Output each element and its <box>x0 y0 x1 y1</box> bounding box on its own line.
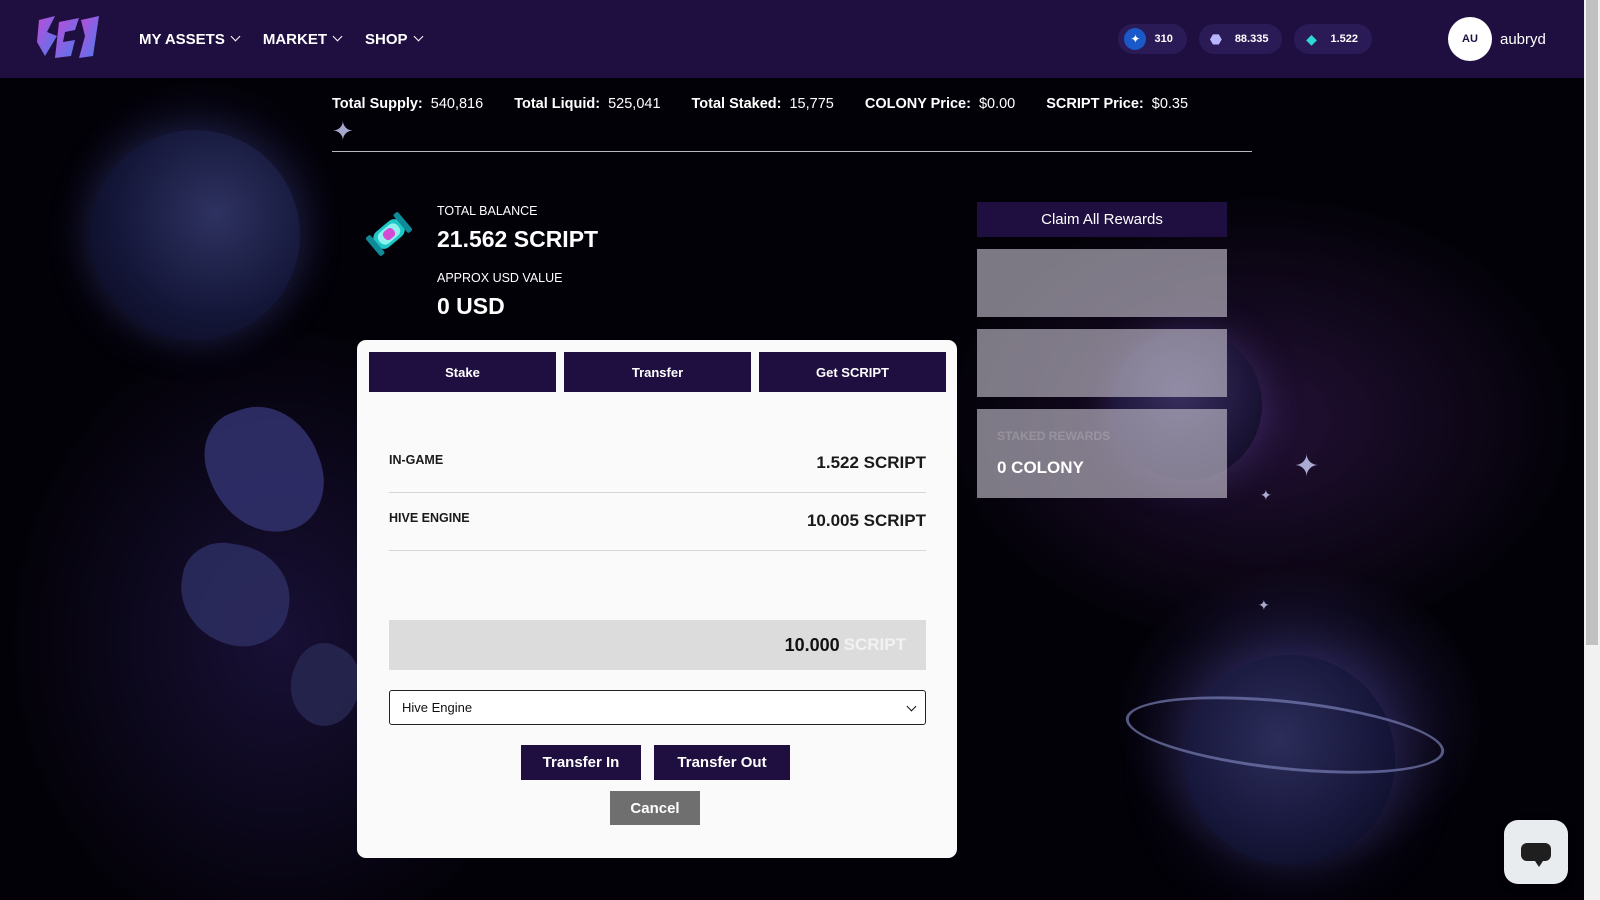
user-menu[interactable]: AU aubryd <box>1448 17 1546 61</box>
row-value: 1.522 SCRIPT <box>816 453 926 472</box>
nav-label: MARKET <box>262 30 328 48</box>
reward-card <box>977 329 1227 397</box>
amount-input[interactable]: 10.000 SCRIPT <box>389 620 926 670</box>
star-sparkle-icon: ✦ <box>1260 487 1272 503</box>
colony-balance-value: 88.335 <box>1234 33 1269 45</box>
star-token-icon: ✦ <box>1124 28 1147 50</box>
transfer-in-button[interactable]: Transfer In <box>521 745 641 780</box>
avatar[interactable]: AU <box>1448 17 1492 61</box>
stat-colony-price: COLONY Price: $0.00 <box>865 96 1015 112</box>
tab-stake[interactable]: Stake <box>369 352 556 392</box>
nav-market[interactable]: MARKET <box>262 30 343 48</box>
tab-get-script[interactable]: Get SCRIPT <box>759 352 946 392</box>
chat-support-button[interactable] <box>1504 820 1568 884</box>
stat-label: SCRIPT Price: <box>1046 96 1144 112</box>
reward-card-label: STAKED REWARDS <box>997 429 1111 443</box>
modal-tabs: Stake Transfer Get SCRIPT <box>369 352 946 392</box>
stat-label: Total Staked: <box>691 96 782 112</box>
star-sparkle-icon: ✦ <box>1258 597 1270 613</box>
stat-label: Total Liquid: <box>514 96 601 112</box>
tab-transfer[interactable]: Transfer <box>564 352 751 392</box>
amount-unit: SCRIPT <box>843 635 906 654</box>
chevron-down-icon <box>332 31 343 42</box>
claim-all-rewards-button[interactable]: Claim All Rewards <box>977 202 1227 237</box>
row-label: HIVE ENGINE <box>389 511 470 525</box>
stat-value: 540,816 <box>430 96 484 112</box>
token-stats-bar: Total Supply: 540,816 Total Liquid: 525,04… <box>332 96 1188 112</box>
stat-total-liquid: Total Liquid: 525,041 <box>514 96 660 112</box>
row-label: IN-GAME <box>389 453 444 467</box>
colony-balance-pill[interactable]: ⬣ 88.335 <box>1198 24 1283 54</box>
stat-value: $0.00 <box>978 96 1016 112</box>
colony-token-icon: ⬣ <box>1209 30 1222 47</box>
chevron-down-icon <box>413 31 423 42</box>
destination-select[interactable]: Hive Engine <box>389 690 926 725</box>
balance-row-in-game: IN-GAME 1.522 SCRIPT <box>389 434 926 493</box>
stat-value: $0.35 <box>1151 96 1189 112</box>
stat-script-price: SCRIPT Price: $0.35 <box>1046 96 1188 112</box>
total-balance-label: TOTAL BALANCE <box>437 204 538 218</box>
reward-card <box>977 249 1227 317</box>
stat-value: 525,041 <box>608 96 661 112</box>
chevron-down-icon <box>906 701 917 712</box>
row-value: 10.005 SCRIPT <box>806 511 926 530</box>
nav-label: MY ASSETS <box>139 30 225 48</box>
transfer-out-button[interactable]: Transfer Out <box>654 745 790 780</box>
top-navbar: MY ASSETS MARKET SHOP ✦ 310 ⬣ 88.335 ◆ 1… <box>0 0 1584 78</box>
amount-value: 10.000 <box>784 634 840 655</box>
usd-value: 0 USD <box>437 293 505 319</box>
star-sparkle-icon: ✦ <box>1294 450 1320 483</box>
stat-label: Total Supply: <box>332 96 423 112</box>
script-token-icon: ◆ <box>1306 30 1317 47</box>
script-vial-icon <box>366 212 412 256</box>
planet-illustration <box>90 130 300 340</box>
staked-rewards-card: STAKED REWARDS 0 COLONY <box>977 409 1227 498</box>
page-scrollbar[interactable] <box>1584 0 1600 900</box>
wallet-balances: ✦ 310 ⬣ 88.335 ◆ 1.522 <box>1118 24 1372 54</box>
nav-shop[interactable]: SHOP <box>365 30 423 48</box>
star-balance-value: 310 <box>1154 33 1173 45</box>
scrollbar-thumb[interactable] <box>1586 0 1598 645</box>
main-nav: MY ASSETS MARKET SHOP <box>139 0 423 78</box>
chevron-down-icon <box>230 31 241 42</box>
stat-value: 15,775 <box>789 96 834 112</box>
usd-value-label: APPROX USD VALUE <box>437 271 563 285</box>
script-balance-value: 1.522 <box>1330 33 1358 45</box>
script-balance-pill[interactable]: ◆ 1.522 <box>1294 24 1372 54</box>
reward-card-value: 0 COLONY <box>997 458 1084 477</box>
destination-selected: Hive Engine <box>402 700 473 715</box>
nav-my-assets[interactable]: MY ASSETS <box>139 30 241 48</box>
game-logo-icon[interactable] <box>35 12 103 62</box>
stat-label: COLONY Price: <box>864 96 971 112</box>
username[interactable]: aubryd <box>1500 31 1546 48</box>
transfer-modal: Stake Transfer Get SCRIPT IN-GAME 1.522 … <box>357 340 957 858</box>
balance-row-hive-engine: HIVE ENGINE 10.005 SCRIPT <box>389 492 926 551</box>
stat-total-staked: Total Staked: 15,775 <box>692 96 834 112</box>
total-balance-value: 21.562 SCRIPT <box>437 226 599 252</box>
cancel-button[interactable]: Cancel <box>610 791 700 825</box>
stats-divider <box>332 151 1252 152</box>
star-sparkle-icon: ✦ <box>332 116 354 146</box>
star-balance-pill[interactable]: ✦ 310 <box>1118 24 1187 54</box>
nav-label: SHOP <box>365 30 408 48</box>
chat-bubble-icon <box>1521 843 1551 867</box>
stat-total-supply: Total Supply: 540,816 <box>332 96 483 112</box>
